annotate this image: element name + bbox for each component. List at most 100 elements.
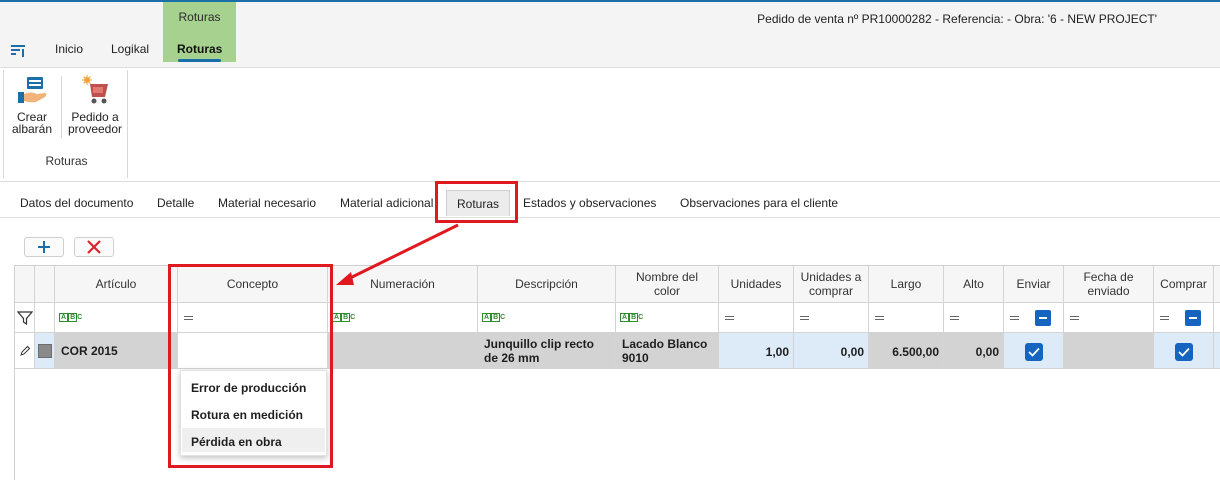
filter-articulo[interactable]: ABC <box>55 303 178 333</box>
filter-enviar[interactable] <box>1004 303 1064 333</box>
crear-albaran-label-2: albarán <box>11 122 53 136</box>
header-comprar[interactable]: Comprar <box>1154 266 1214 303</box>
cell-comprar[interactable] <box>1154 333 1214 369</box>
delete-row-button[interactable] <box>74 237 114 257</box>
app-logo-icon[interactable] <box>10 42 26 58</box>
header-nombre-color-line1: Nombre del <box>635 270 699 284</box>
ribbon-tab-bar: Roturas Inicio Logikal Roturas Pedido de… <box>0 2 1220 68</box>
cell-articulo[interactable]: COR 2015 <box>55 333 178 369</box>
equals-filter-icon <box>800 316 809 320</box>
header-descripcion[interactable]: Descripción <box>478 266 616 303</box>
ribbon-group-label: Roturas <box>45 154 88 168</box>
checkmark-icon <box>1178 347 1190 357</box>
cell-enviar[interactable] <box>1004 333 1064 369</box>
filter-color[interactable]: ABC <box>616 303 719 333</box>
tab-observaciones-cliente[interactable]: Observaciones para el cliente <box>680 196 838 210</box>
comprar-checkbox[interactable] <box>1175 343 1193 361</box>
equals-filter-icon <box>1070 316 1079 320</box>
option-error-produccion[interactable]: Error de producción <box>182 374 325 398</box>
cell-numeracion[interactable] <box>328 333 478 369</box>
plus-icon <box>38 241 50 253</box>
header-fecha-line2: enviado <box>1087 284 1130 298</box>
indeterminate-checkbox-icon[interactable] <box>1185 310 1201 326</box>
filter-alto[interactable] <box>944 303 1004 333</box>
header-alto[interactable]: Alto <box>944 266 1004 303</box>
header-fecha-line1: Fecha de <box>1083 270 1134 284</box>
cell-color[interactable]: Lacado Blanco 9010 <box>616 333 719 369</box>
ribbon-tab-logikal[interactable]: Logikal <box>111 42 149 56</box>
active-tab-underline <box>178 59 221 62</box>
equals-filter-icon <box>950 316 959 320</box>
ribbon-tab-roturas[interactable]: Roturas <box>177 42 222 56</box>
context-tab-caption: Roturas <box>178 10 221 24</box>
ribbon-toolbar: Crear albarán Pedido a proveedor Roturas <box>0 68 1220 182</box>
header-unidades[interactable]: Unidades <box>719 266 794 303</box>
cell-overflow <box>1214 333 1220 369</box>
cell-unidades[interactable]: 1,00 <box>719 333 794 369</box>
header-numeracion[interactable]: Numeración <box>328 266 478 303</box>
crear-albaran-button[interactable]: Crear albarán <box>8 74 56 135</box>
filter-cell-blank <box>35 303 55 333</box>
filter-comprar[interactable] <box>1154 303 1214 333</box>
equals-filter-icon <box>1010 316 1019 320</box>
tab-detalle[interactable]: Detalle <box>157 196 194 210</box>
header-nombre-color-line2: color <box>653 284 680 298</box>
header-unidades-comprar[interactable]: Unidades a comprar <box>794 266 869 303</box>
row-selector-cell[interactable] <box>35 333 55 369</box>
filter-descripcion[interactable]: ABC <box>478 303 616 333</box>
cell-unidades-comprar[interactable]: 0,00 <box>794 333 869 369</box>
cell-fecha-enviado[interactable] <box>1064 333 1154 369</box>
equals-filter-icon <box>875 316 884 320</box>
filter-cell-icon[interactable] <box>15 303 35 333</box>
option-rotura-medicion[interactable]: Rotura en medición <box>182 401 325 425</box>
header-filler-1 <box>15 266 35 303</box>
header-concepto[interactable]: Concepto <box>178 266 328 303</box>
header-fecha-enviado[interactable]: Fecha de enviado <box>1064 266 1154 303</box>
header-overflow <box>1214 266 1220 303</box>
cell-concepto-editor[interactable] <box>178 333 328 369</box>
ribbon-tab-inicio[interactable]: Inicio <box>55 42 83 56</box>
text-filter-icon: ABC <box>332 313 356 322</box>
cell-alto[interactable]: 0,00 <box>944 333 1004 369</box>
tab-datos-documento[interactable]: Datos del documento <box>20 196 133 210</box>
ribbon-group-roturas: Crear albarán Pedido a proveedor Roturas <box>3 70 128 178</box>
header-nombre-color[interactable]: Nombre del color <box>616 266 719 303</box>
checkmark-icon <box>1028 347 1040 357</box>
header-unidades-comprar-line2: comprar <box>808 284 853 298</box>
header-largo[interactable]: Largo <box>869 266 944 303</box>
filter-unidades-comprar[interactable] <box>794 303 869 333</box>
indeterminate-checkbox-icon[interactable] <box>1035 310 1051 326</box>
equals-filter-icon <box>1160 316 1169 320</box>
add-row-button[interactable] <box>24 237 64 257</box>
filter-overflow <box>1214 303 1220 333</box>
cell-descripcion[interactable]: Junquillo clip recto de 26 mm <box>478 333 616 369</box>
header-filler-2 <box>35 266 55 303</box>
tab-material-adicional[interactable]: Material adicional <box>340 196 433 210</box>
pedido-proveedor-button[interactable]: Pedido a proveedor <box>64 74 126 135</box>
tab-roturas[interactable]: Roturas <box>446 190 511 216</box>
row-selector-icon <box>38 344 52 358</box>
option-perdida-obra[interactable]: Pérdida en obra <box>182 428 325 452</box>
header-articulo[interactable]: Artículo <box>55 266 178 303</box>
filter-funnel-icon <box>17 311 33 326</box>
tab-material-necesario[interactable]: Material necesario <box>218 196 316 210</box>
header-enviar[interactable]: Enviar <box>1004 266 1064 303</box>
filter-numeracion[interactable]: ABC <box>328 303 478 333</box>
filter-largo[interactable] <box>869 303 944 333</box>
tab-estados-observaciones[interactable]: Estados y observaciones <box>523 196 656 210</box>
row-edit-cell[interactable] <box>15 333 35 369</box>
document-tabs: Datos del documento Detalle Material nec… <box>0 186 1220 218</box>
header-unidades-comprar-line1: Unidades a <box>800 270 862 284</box>
equals-filter-icon <box>184 316 193 320</box>
pedido-proveedor-label-2: proveedor <box>67 122 123 136</box>
cart-icon <box>82 75 108 104</box>
filter-concepto[interactable] <box>178 303 328 333</box>
text-filter-icon: ABC <box>620 313 644 322</box>
equals-filter-icon <box>725 316 734 320</box>
enviar-checkbox[interactable] <box>1025 343 1043 361</box>
concepto-dropdown: Error de producción Rotura en medición P… <box>180 370 327 456</box>
filter-fecha[interactable] <box>1064 303 1154 333</box>
cell-largo[interactable]: 6.500,00 <box>869 333 944 369</box>
filter-unidades[interactable] <box>719 303 794 333</box>
delete-x-icon <box>87 240 101 254</box>
